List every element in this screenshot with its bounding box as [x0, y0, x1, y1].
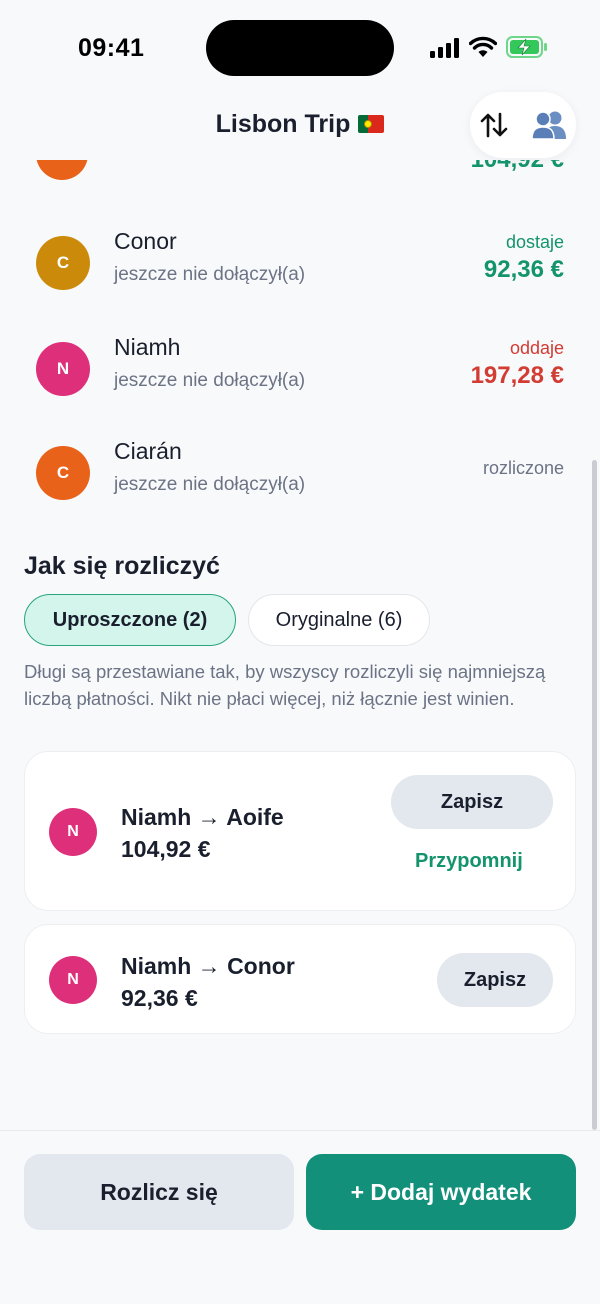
avatar: C — [36, 446, 90, 500]
payment-title: Niamh → Conor — [121, 953, 295, 979]
member-row-conor[interactable]: C Conor jeszcze nie dołączył(a) dostaje … — [0, 228, 600, 318]
payment-title: Niamh → Aoife — [121, 804, 284, 830]
tab-original[interactable]: Oryginalne (6) — [248, 594, 430, 646]
member-row-partial: 104,92 € — [0, 160, 600, 190]
avatar: N — [49, 808, 97, 856]
portugal-flag-icon — [358, 115, 385, 133]
tab-simplified[interactable]: Uproszczone (2) — [24, 594, 236, 646]
member-status: jeszcze nie dołączył(a) — [114, 474, 306, 495]
header-actions — [470, 92, 576, 158]
balance-amount: 104,92 € — [471, 160, 564, 174]
save-payment-button[interactable]: Zapisz — [391, 775, 553, 829]
balance-label: dostaje — [505, 232, 564, 252]
balance-amount: 92,36 € — [483, 256, 564, 283]
avatar: N — [49, 956, 97, 1004]
avatar — [36, 160, 88, 180]
member-status: jeszcze nie dołączył(a) — [114, 370, 306, 391]
add-expense-button[interactable]: + Dodaj wydatek — [306, 1154, 576, 1230]
balance-label: rozliczone — [482, 458, 564, 478]
payment-amount: 104,92 € — [121, 836, 211, 862]
member-name: Ciarán — [114, 438, 182, 464]
trip-name: Lisbon Trip — [215, 110, 351, 138]
cellular-signal-icon — [430, 38, 459, 58]
remind-button[interactable]: Przypomnij — [415, 850, 523, 873]
member-name: Conor — [114, 228, 177, 254]
save-payment-button[interactable]: Zapisz — [437, 953, 553, 1007]
scrollbar[interactable] — [592, 460, 597, 1130]
payment-card: N Niamh → Conor 92,36 € Zapisz — [24, 924, 576, 1034]
member-row-ciaran[interactable]: C Ciarán jeszcze nie dołączył(a) rozlicz… — [0, 438, 600, 528]
balance-amount: 197,28 € — [470, 362, 564, 389]
member-name: Niamh — [114, 334, 181, 360]
member-row-niamh[interactable]: N Niamh jeszcze nie dołączył(a) oddaje 1… — [0, 334, 600, 424]
avatar: C — [36, 236, 90, 290]
payment-amount: 92,36 € — [121, 985, 198, 1011]
avatar: N — [36, 342, 90, 396]
payment-card: N Niamh → Aoife 104,92 € Zapisz Przypomn… — [24, 751, 576, 911]
status-bar: 09:41 — [0, 0, 600, 96]
members-icon[interactable] — [532, 110, 566, 140]
member-status: jeszcze nie dołączył(a) — [114, 264, 306, 285]
sort-arrows-icon[interactable] — [478, 109, 510, 141]
wifi-icon — [469, 36, 497, 57]
battery-charging-icon — [506, 36, 547, 58]
balance-label: oddaje — [509, 338, 564, 358]
bottom-divider — [0, 1130, 600, 1131]
status-time: 09:41 — [78, 34, 145, 62]
settle-description: Długi są przestawiane tak, by wszyscy ro… — [24, 661, 546, 709]
dynamic-island — [206, 20, 394, 76]
settle-up-button[interactable]: Rozlicz się — [24, 1154, 294, 1230]
section-title: Jak się rozliczyć — [24, 552, 220, 580]
